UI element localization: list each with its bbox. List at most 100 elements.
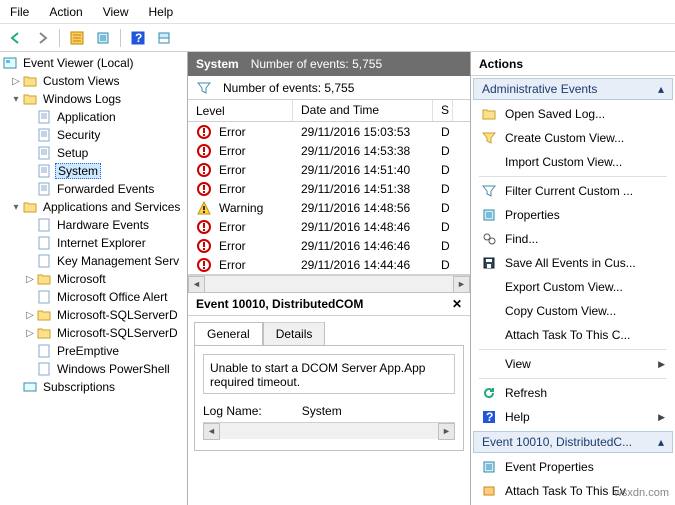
expand-icon[interactable]: ▷ [24,274,36,285]
close-detail-button[interactable]: ✕ [452,297,462,311]
event-grid[interactable]: Error29/11/2016 15:03:53DError29/11/2016… [188,122,470,275]
action-label: Refresh [505,386,547,400]
tree-security[interactable]: Security [2,126,187,144]
tree-forwarded[interactable]: Forwarded Events [2,180,187,198]
tree-sql1[interactable]: ▷Microsoft-SQLServerD [2,306,187,324]
action-open-saved-log[interactable]: Open Saved Log... [471,102,675,126]
event-row[interactable]: Error29/11/2016 14:51:38D [188,179,470,198]
col-source[interactable]: S [433,100,453,121]
forward-button[interactable] [30,27,54,49]
chevron-right-icon: ▶ [658,359,665,370]
tree-windows-logs[interactable]: ▾Windows Logs [2,90,187,108]
event-row[interactable]: Error29/11/2016 14:53:38D [188,141,470,160]
tree-powershell[interactable]: Windows PowerShell [2,360,187,378]
error-icon [196,219,212,235]
log-title: System [196,57,239,71]
expand-icon[interactable]: ▷ [24,328,36,339]
tree-microsoft[interactable]: ▷Microsoft [2,270,187,288]
action-save-all-events-in-cus[interactable]: Save All Events in Cus... [471,251,675,275]
subscriptions-icon [22,379,38,395]
action-create-custom-view[interactable]: Create Custom View... [471,126,675,150]
help-toolbar-button[interactable]: ? [126,27,150,49]
action-label: Export Custom View... [505,280,623,294]
action-label: Save All Events in Cus... [505,256,636,270]
source-text: D [433,181,453,197]
log-icon [36,217,52,233]
action-label: View [505,357,531,371]
back-button[interactable] [4,27,28,49]
tree-preemptive[interactable]: PreEmptive [2,342,187,360]
props-icon [481,459,497,475]
scroll-left-icon[interactable]: ◄ [188,276,205,293]
action-attach-task-to-this-c[interactable]: Attach Task To This C... [471,323,675,347]
tree-office[interactable]: Microsoft Office Alert [2,288,187,306]
tree-kms[interactable]: Key Management Serv [2,252,187,270]
action-copy-custom-view[interactable]: Copy Custom View... [471,299,675,323]
action-list-1: Open Saved Log...Create Custom View... Im… [471,102,675,174]
collapse-icon[interactable]: ▾ [10,202,22,213]
preview-toolbar-button[interactable] [152,27,176,49]
error-icon [196,257,212,273]
props-icon [481,207,497,223]
menu-help[interactable]: Help [145,3,178,21]
show-tree-button[interactable] [65,27,89,49]
action-view[interactable]: View ▶ [471,352,675,376]
action-properties[interactable]: Properties [471,203,675,227]
error-icon [196,143,212,159]
tree-setup[interactable]: Setup [2,144,187,162]
tree-subscriptions[interactable]: Subscriptions [2,378,187,396]
collapse-icon[interactable]: ▴ [658,435,664,449]
grid-scrollbar[interactable]: ◄ ► [188,275,470,292]
menu-file[interactable]: File [6,3,33,21]
collapse-icon[interactable]: ▴ [658,82,664,96]
action-import-custom-view[interactable]: Import Custom View... [471,150,675,174]
date-text: 29/11/2016 14:51:38 [293,181,433,197]
tab-general[interactable]: General [194,322,263,345]
action-refresh[interactable]: Refresh [471,381,675,405]
tree-hardware[interactable]: Hardware Events [2,216,187,234]
action-group-admin-events[interactable]: Administrative Events ▴ [473,78,673,100]
blank-icon [481,327,497,343]
tree-root[interactable]: Event Viewer (Local) [2,54,187,72]
svg-text:?: ? [486,410,493,424]
event-row[interactable]: Error29/11/2016 14:46:46D [188,236,470,255]
col-level[interactable]: Level [188,100,293,121]
col-date[interactable]: Date and Time [293,100,433,121]
scroll-right-icon[interactable]: ► [453,276,470,293]
action-group-event[interactable]: Event 10010, DistributedC... ▴ [473,431,673,453]
tab-details[interactable]: Details [263,322,326,345]
action-export-custom-view[interactable]: Export Custom View... [471,275,675,299]
action-filter-current-custom[interactable]: Filter Current Custom ... [471,179,675,203]
event-row[interactable]: Warning29/11/2016 14:48:56D [188,198,470,217]
action-event-properties[interactable]: Event Properties [471,455,675,479]
level-text: Error [219,144,246,158]
scroll-right-icon[interactable]: ► [438,423,455,440]
error-icon [196,162,212,178]
tree-ie[interactable]: Internet Explorer [2,234,187,252]
menu-action[interactable]: Action [45,3,86,21]
expand-icon[interactable]: ▷ [10,76,22,87]
folder-icon [36,325,52,341]
collapse-icon[interactable]: ▾ [10,94,22,105]
source-text: D [433,257,453,273]
event-row[interactable]: Error29/11/2016 15:03:53D [188,122,470,141]
tree-system[interactable]: System [2,162,187,180]
tree-sql2[interactable]: ▷Microsoft-SQLServerD [2,324,187,342]
detail-header: Event 10010, DistributedCOM ✕ [188,292,470,316]
expand-icon[interactable]: ▷ [24,310,36,321]
action-label: Import Custom View... [505,155,622,169]
blank-icon [481,356,497,372]
action-find[interactable]: Find... [471,227,675,251]
event-row[interactable]: Error29/11/2016 14:51:40D [188,160,470,179]
event-row[interactable]: Error29/11/2016 14:44:46D [188,255,470,274]
properties-toolbar-button[interactable] [91,27,115,49]
tree-application[interactable]: Application [2,108,187,126]
action-help[interactable]: ?Help▶ [471,405,675,429]
menu-view[interactable]: View [99,3,133,21]
tree-custom-views[interactable]: ▷Custom Views [2,72,187,90]
detail-tabs: General Details [188,316,470,345]
tree-apps-services[interactable]: ▾Applications and Services [2,198,187,216]
scroll-left-icon[interactable]: ◄ [203,423,220,440]
event-row[interactable]: Error29/11/2016 14:48:46D [188,217,470,236]
detail-scrollbar[interactable]: ◄► [203,422,455,439]
